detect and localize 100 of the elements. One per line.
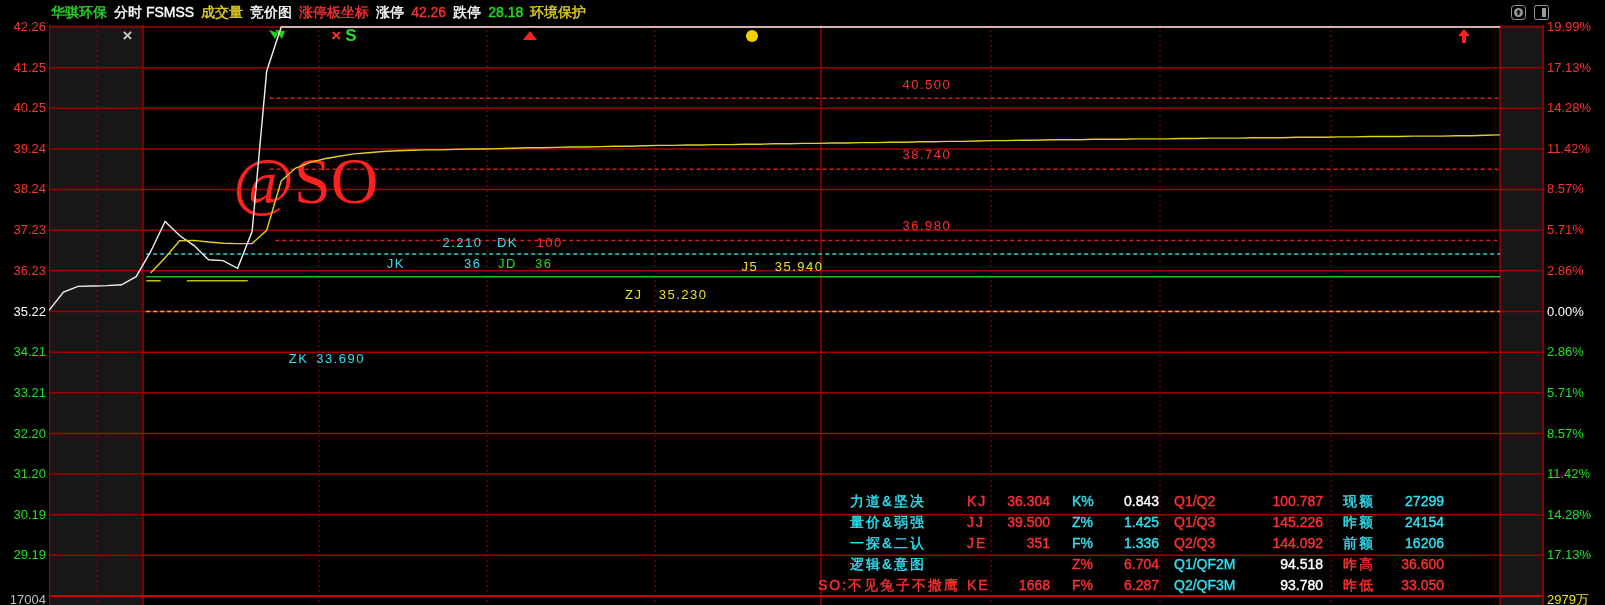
percent-axis-label: 8.57% (1547, 181, 1584, 198)
chart-label: 35.940 (774, 258, 824, 275)
header-label: 分时 FSMSS (114, 3, 195, 22)
table-cell: K% (1072, 493, 1094, 509)
percent-axis-label: 14.28% (1547, 100, 1592, 117)
price-axis-label: 37.23 (13, 222, 46, 239)
chart-label: 36 (535, 256, 553, 273)
price-axis-label: 30.19 (13, 506, 46, 523)
table-cell: F% (1072, 535, 1093, 551)
table-cell: 1668 (1018, 577, 1050, 593)
table-cell: Q1/Q3 (1174, 514, 1216, 530)
chart-label: 100 (536, 234, 563, 251)
table-cell: KE (967, 577, 990, 593)
table-cell: 1.425 (1123, 514, 1159, 530)
upload-icon[interactable] (1511, 5, 1526, 20)
percent-axis-label: 19.99% (1547, 19, 1592, 35)
chart-label: 35.230 (658, 286, 708, 303)
table-cell: Z% (1072, 556, 1093, 572)
percent-axis-label: 11.42% (1547, 141, 1591, 158)
double-arrow-icon (269, 30, 285, 39)
table-cell: 昨高 (1343, 556, 1375, 572)
price-axis-label: 38.24 (13, 181, 46, 198)
table-cell: 力道&坚决 (850, 493, 926, 509)
table-cell: 144.092 (1272, 535, 1323, 551)
percent-axis-label: 14.28% (1547, 506, 1592, 523)
table-cell: Q2/Q3 (1174, 535, 1216, 551)
price-axis-label: 41.25 (13, 59, 46, 76)
percent-axis-label: 0.00% (1547, 303, 1584, 320)
price-axis-label: 35.22 (13, 303, 46, 320)
chart-label: DK (497, 234, 519, 251)
chart-label: 33.690 (316, 350, 365, 367)
percent-axis-label: 5.71% (1547, 222, 1584, 239)
table-cell: 昨额 (1343, 514, 1375, 530)
arrow-up-icon (1458, 29, 1470, 43)
header-label: 28.18 (488, 3, 524, 22)
header-label: 42.26 (411, 3, 447, 22)
table-cell: 27299 (1405, 493, 1444, 509)
price-axis-label: 32.20 (13, 425, 46, 442)
header-label: 环境保护 (530, 3, 587, 22)
table-cell: 39.500 (1007, 514, 1050, 530)
percent-axis-label: 11.42% (1547, 465, 1591, 482)
table-cell: 100.787 (1272, 493, 1323, 509)
table-cell: 16206 (1405, 535, 1444, 551)
header-label: 成交量 (201, 3, 244, 22)
header-label: 涨停板坐标 (299, 3, 370, 22)
table-cell: 一探&二认 (850, 535, 926, 551)
header-label: 涨停 (376, 3, 405, 22)
price-axis-label: 40.25 (13, 100, 46, 117)
percent-axis-label: 5.71% (1547, 384, 1584, 401)
table-cell: 33.050 (1401, 577, 1444, 593)
table-cell: 36.304 (1007, 493, 1050, 509)
table-cell: 24154 (1405, 514, 1444, 530)
header-label: 竞价图 (250, 3, 293, 22)
table-cell: 逻辑&意图 (850, 556, 926, 572)
table-cell: 6.704 (1123, 556, 1159, 572)
table-cell: 量价&弱强 (850, 514, 926, 530)
table-cell: F% (1072, 577, 1093, 593)
price-axis-label: 33.21 (13, 384, 46, 401)
percent-axis-label: 8.57% (1547, 425, 1584, 442)
chart-label: S (345, 27, 357, 46)
table-cell: 94.518 (1280, 556, 1323, 572)
price-axis-label: 31.20 (13, 465, 46, 482)
table-cell: 0.843 (1123, 493, 1159, 509)
header-label: 跌停 (453, 3, 482, 22)
price-axis-label: 39.24 (13, 141, 46, 158)
chart-label: JK (386, 256, 405, 273)
table-cell: Q2/QF3M (1174, 577, 1236, 593)
table-cell: JE (967, 535, 988, 551)
price-axis-label: 42.26 (13, 19, 46, 35)
chart-label: ZJ (625, 286, 643, 303)
table-cell: 6.287 (1123, 577, 1159, 593)
percent-axis-label: 17.13% (1547, 547, 1592, 564)
chart-label: 36.980 (902, 218, 952, 235)
table-cell: SO:不见兔子不撒鹰 (818, 577, 961, 593)
header-label: 华骐环保 (51, 3, 107, 22)
price-axis-label: 29.19 (13, 547, 46, 564)
chart-label: ZK (288, 350, 309, 367)
chart-label: × (331, 27, 342, 46)
table-cell: 145.226 (1272, 514, 1323, 530)
panel-icon[interactable] (1534, 5, 1549, 20)
table-cell: 36.600 (1401, 556, 1444, 572)
table-cell: KJ (967, 493, 988, 509)
table-cell: 前额 (1343, 535, 1375, 551)
percent-axis-label: 2.86% (1547, 344, 1584, 361)
chart-label: JD (498, 256, 517, 273)
chart-label: 40.500 (902, 76, 952, 93)
table-cell: 现额 (1343, 493, 1375, 509)
table-cell: Z% (1072, 514, 1093, 530)
volume-axis-label: 2979万 (1547, 592, 1589, 605)
table-cell: Q1/QF2M (1174, 556, 1236, 572)
volume-axis-label: 17004 (9, 592, 46, 605)
dot-icon (746, 30, 758, 42)
percent-axis-label: 2.86% (1547, 262, 1584, 279)
table-cell: JJ (967, 514, 985, 530)
chart-label: 2.210 (442, 234, 483, 251)
triangle-icon (523, 31, 537, 40)
chart-label: × (122, 27, 133, 46)
table-cell: 1.336 (1123, 535, 1159, 551)
table-cell: 93.780 (1280, 577, 1323, 593)
percent-axis-label: 17.13% (1547, 59, 1592, 76)
